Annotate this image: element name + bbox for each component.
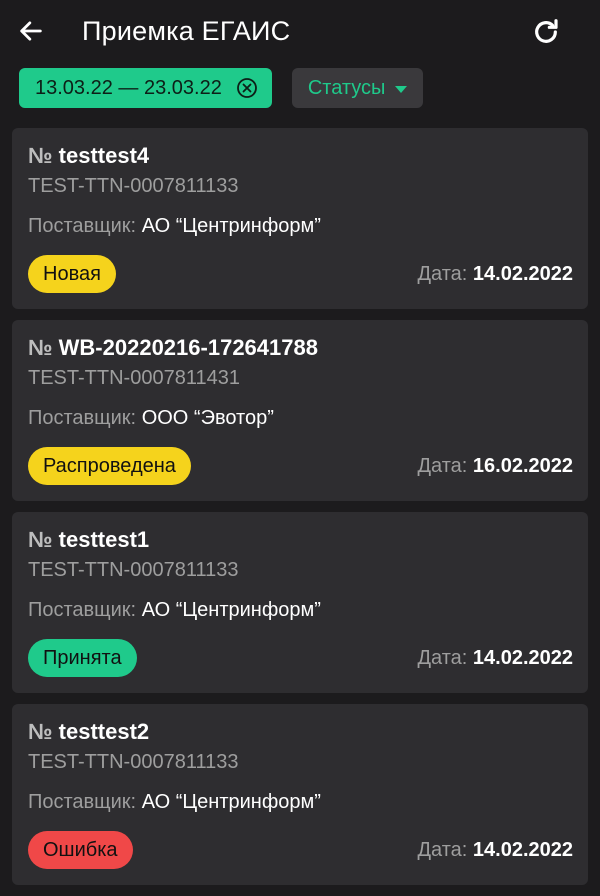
supplier-label: Поставщик:	[28, 407, 137, 429]
clear-date-button[interactable]	[236, 77, 258, 99]
arrow-left-icon	[20, 21, 42, 41]
supplier: Поставщик: АО “Центринформ”	[28, 597, 321, 623]
document-card[interactable]: № testtest1 TEST-TTN-0007811133 Поставщи…	[12, 512, 588, 693]
supplier: Поставщик: ООО “Эвотор”	[28, 405, 274, 431]
supplier-label: Поставщик:	[28, 599, 137, 621]
number-symbol: №	[28, 719, 53, 744]
document-date: Дата: 14.02.2022	[417, 837, 573, 863]
status-badge: Распроведена	[28, 447, 191, 485]
status-badge: Принята	[28, 639, 137, 677]
date-label: Дата:	[417, 263, 468, 285]
status-badge: Новая	[28, 255, 116, 293]
date-value: 14.02.2022	[472, 647, 573, 669]
date-value: 16.02.2022	[472, 455, 573, 477]
document-card[interactable]: № WB-20220216-172641788 TEST-TTN-0007811…	[12, 320, 588, 501]
date-label: Дата:	[417, 455, 468, 477]
ttn-number: TEST-TTN-0007811133	[28, 559, 239, 581]
document-number: № WB-20220216-172641788	[28, 334, 318, 362]
app-bar: Приемка ЕГАИС	[0, 0, 600, 64]
caret-down-icon	[395, 85, 408, 93]
supplier-label: Поставщик:	[28, 215, 137, 237]
document-number: № testtest1	[28, 526, 149, 554]
document-date: Дата: 14.02.2022	[417, 261, 573, 287]
date-range-chip[interactable]: 13.03.22 — 23.03.22	[19, 68, 272, 108]
supplier-label: Поставщик:	[28, 791, 137, 813]
date-range-text: 13.03.22 — 23.03.22	[35, 76, 222, 99]
supplier-value: АО “Центринформ”	[141, 791, 321, 813]
ttn-number: TEST-TTN-0007811133	[28, 751, 239, 773]
document-number-value: testtest2	[58, 719, 150, 744]
ttn-number: TEST-TTN-0007811431	[28, 367, 240, 389]
document-number-value: WB-20220216-172641788	[58, 335, 318, 360]
supplier: Поставщик: АО “Центринформ”	[28, 789, 321, 815]
number-symbol: №	[28, 143, 53, 168]
document-number: № testtest2	[28, 718, 149, 746]
document-list: № testtest4 TEST-TTN-0007811133 Поставщи…	[12, 128, 588, 896]
date-value: 14.02.2022	[472, 263, 573, 285]
supplier-value: ООО “Эвотор”	[141, 407, 274, 429]
number-symbol: №	[28, 527, 53, 552]
document-number-value: testtest4	[58, 143, 150, 168]
supplier-value: АО “Центринформ”	[141, 599, 321, 621]
refresh-icon	[535, 19, 558, 43]
document-number-value: testtest1	[58, 527, 150, 552]
document-date: Дата: 14.02.2022	[417, 645, 573, 671]
number-symbol: №	[28, 335, 53, 360]
filter-bar: 13.03.22 — 23.03.22 Статусы	[19, 68, 424, 108]
supplier: Поставщик: АО “Центринформ”	[28, 213, 321, 239]
ttn-number: TEST-TTN-0007811133	[28, 175, 239, 197]
status-filter-dropdown[interactable]: Статусы	[291, 68, 424, 108]
status-badge: Ошибка	[28, 831, 133, 869]
document-card[interactable]: № testtest4 TEST-TTN-0007811133 Поставщи…	[12, 128, 588, 309]
supplier-value: АО “Центринформ”	[141, 215, 321, 237]
status-filter-label: Статусы	[307, 76, 386, 99]
page-title: Приемка ЕГАИС	[82, 16, 291, 46]
document-date: Дата: 16.02.2022	[417, 453, 573, 479]
back-button[interactable]	[14, 14, 48, 48]
clear-circle-icon	[236, 78, 257, 98]
refresh-button[interactable]	[528, 14, 564, 50]
date-label: Дата:	[417, 647, 468, 669]
document-number: № testtest4	[28, 142, 149, 170]
